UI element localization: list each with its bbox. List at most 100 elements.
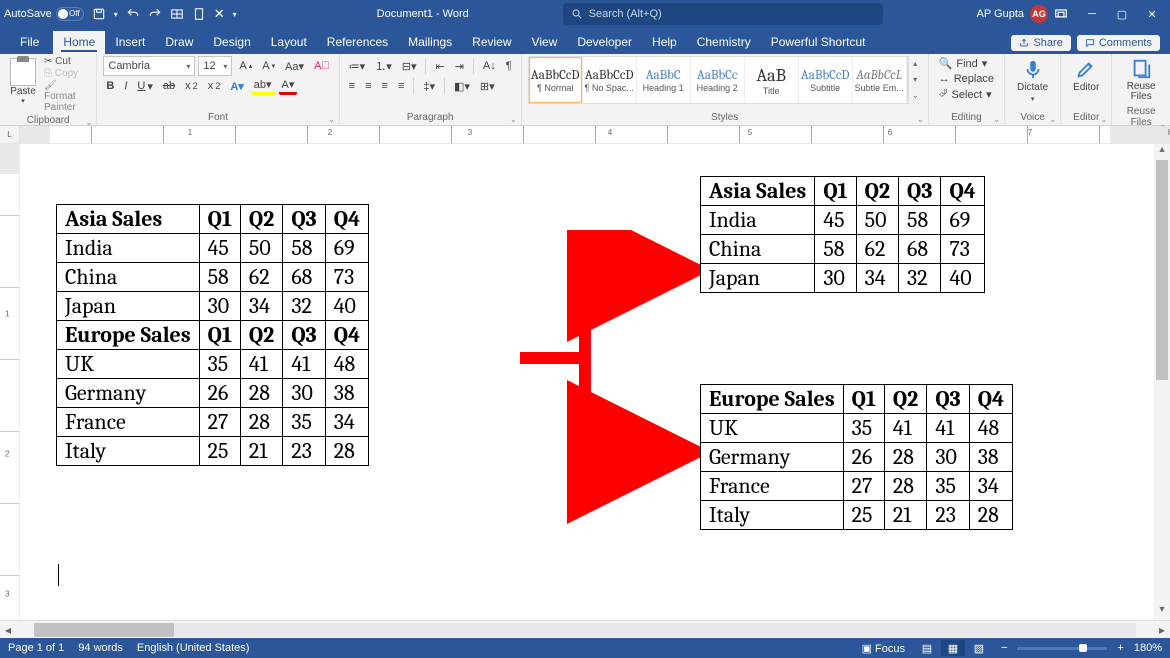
table-cell[interactable]: 50 (856, 206, 898, 235)
undo-icon[interactable] (126, 7, 140, 21)
table-cell[interactable]: India (57, 234, 200, 263)
table-cell[interactable]: 26 (843, 443, 884, 472)
autosave-switch[interactable] (56, 7, 84, 21)
zoom-level[interactable]: 180% (1134, 642, 1162, 654)
table-cell[interactable]: 40 (941, 264, 984, 293)
user-area[interactable]: AP Gupta AG (977, 5, 1069, 23)
table-cell[interactable]: Italy (701, 501, 844, 530)
close-icon[interactable]: ✕ (214, 6, 225, 22)
font-size-combo[interactable]: 12▾ (198, 56, 232, 76)
decrease-indent-button[interactable]: ⇤ (432, 59, 447, 74)
vertical-scrollbar[interactable]: ▴ ▾ (1154, 144, 1170, 620)
table-cell[interactable]: 69 (325, 234, 368, 263)
table-header-cell[interactable]: Q4 (941, 177, 984, 206)
table-cell[interactable]: 62 (240, 263, 282, 292)
underline-button[interactable]: U▾ (134, 79, 155, 94)
highlight-button[interactable]: ab▾ (251, 77, 275, 95)
ribbon-display-icon[interactable] (1054, 7, 1068, 21)
table-cell[interactable]: Japan (57, 292, 200, 321)
table-cell[interactable]: 34 (969, 472, 1012, 501)
align-center-button[interactable]: ≡ (362, 79, 374, 93)
sort-button[interactable]: A↓ (480, 59, 499, 73)
table-cell[interactable]: 32 (283, 292, 325, 321)
tab-insert[interactable]: Insert (105, 31, 155, 54)
tab-draw[interactable]: Draw (155, 31, 203, 54)
style-item[interactable]: AaBbCcLSubtle Em... (853, 57, 907, 103)
table-cell[interactable]: 34 (856, 264, 898, 293)
table-cell[interactable]: 68 (283, 263, 325, 292)
table-header-cell[interactable]: Q2 (856, 177, 898, 206)
tab-review[interactable]: Review (462, 31, 521, 54)
scroll-right-icon[interactable]: ▸ (1154, 623, 1170, 637)
read-mode-button[interactable]: ▤ (915, 640, 939, 656)
table-cell[interactable]: 40 (325, 292, 368, 321)
table-cell[interactable]: 35 (843, 414, 884, 443)
table-cell[interactable]: 35 (283, 408, 325, 437)
tab-chemistry[interactable]: Chemistry (687, 31, 761, 54)
document-page[interactable]: Asia SalesQ1Q2Q3Q4India45505869China5862… (20, 144, 1170, 620)
table-header-cell[interactable]: Q4 (325, 321, 368, 350)
style-item[interactable]: AaBbCcD¶ Normal (529, 57, 583, 103)
hscroll-thumb[interactable] (34, 623, 174, 637)
table-cell[interactable]: 27 (843, 472, 884, 501)
new-doc-icon[interactable] (192, 7, 206, 21)
table-cell[interactable]: China (57, 263, 200, 292)
zoom-out-button[interactable]: − (1001, 642, 1007, 654)
table-cell[interactable]: 45 (199, 234, 240, 263)
table-cell[interactable]: 26 (199, 379, 240, 408)
tab-layout[interactable]: Layout (261, 31, 317, 54)
scroll-left-icon[interactable]: ◂ (0, 623, 16, 637)
zoom-in-button[interactable]: + (1117, 642, 1123, 654)
bullets-button[interactable]: ≔▾ (346, 59, 369, 74)
italic-button[interactable]: I (121, 79, 130, 93)
shading-button[interactable]: ◧▾ (451, 79, 473, 94)
table-cell[interactable]: India (701, 206, 815, 235)
table-cell[interactable]: 35 (199, 350, 240, 379)
save-icon[interactable] (92, 7, 106, 21)
style-item[interactable]: AaBbCcHeading 2 (691, 57, 745, 103)
editor-button[interactable]: Editor (1067, 56, 1105, 95)
share-button[interactable]: Share (1011, 35, 1070, 51)
table-cell[interactable]: Japan (701, 264, 815, 293)
table-icon[interactable] (170, 7, 184, 21)
table-cell[interactable]: 73 (325, 263, 368, 292)
increase-font-button[interactable]: A▴ (236, 59, 255, 73)
table-header-cell[interactable]: Q3 (283, 321, 325, 350)
tab-help[interactable]: Help (642, 31, 687, 54)
combined-table[interactable]: Asia SalesQ1Q2Q3Q4India45505869China5862… (56, 204, 369, 466)
table-cell[interactable]: 28 (884, 443, 926, 472)
europe-table[interactable]: Europe SalesQ1Q2Q3Q4UK35414148Germany262… (700, 384, 1013, 530)
table-cell[interactable]: 34 (240, 292, 282, 321)
vertical-ruler[interactable]: 123 (0, 144, 20, 620)
table-cell[interactable]: 58 (283, 234, 325, 263)
tab-developer[interactable]: Developer (567, 31, 642, 54)
tab-references[interactable]: References (317, 31, 398, 54)
table-cell[interactable]: 41 (240, 350, 282, 379)
table-cell[interactable]: 38 (969, 443, 1012, 472)
table-cell[interactable]: 45 (815, 206, 856, 235)
table-header-cell[interactable]: Q3 (927, 385, 969, 414)
styles-scroll[interactable]: ▴▾⌄ (908, 56, 922, 104)
reuse-files-button[interactable]: Reuse Files (1118, 56, 1164, 104)
cut-button[interactable]: ✂ Cut (44, 56, 90, 67)
increase-indent-button[interactable]: ⇥ (452, 59, 467, 74)
tab-design[interactable]: Design (203, 31, 260, 54)
table-cell[interactable]: 69 (941, 206, 984, 235)
comments-button[interactable]: Comments (1077, 35, 1160, 51)
table-cell[interactable]: 58 (815, 235, 856, 264)
table-cell[interactable]: 41 (283, 350, 325, 379)
print-layout-button[interactable]: ▦ (941, 640, 965, 656)
table-cell[interactable]: China (701, 235, 815, 264)
language-status[interactable]: English (United States) (137, 642, 250, 654)
justify-button[interactable]: ≡ (395, 79, 407, 93)
table-cell[interactable]: 32 (899, 264, 941, 293)
table-cell[interactable]: 28 (325, 437, 368, 466)
change-case-button[interactable]: Aa▾ (282, 59, 307, 74)
web-layout-button[interactable]: ▨ (967, 640, 991, 656)
font-color-button[interactable]: A▾ (279, 77, 298, 95)
close-button[interactable]: ✕ (1146, 8, 1158, 20)
table-cell[interactable]: 25 (199, 437, 240, 466)
redo-icon[interactable] (148, 7, 162, 21)
bold-button[interactable]: B (103, 79, 117, 93)
vscroll-thumb[interactable] (1156, 160, 1168, 380)
